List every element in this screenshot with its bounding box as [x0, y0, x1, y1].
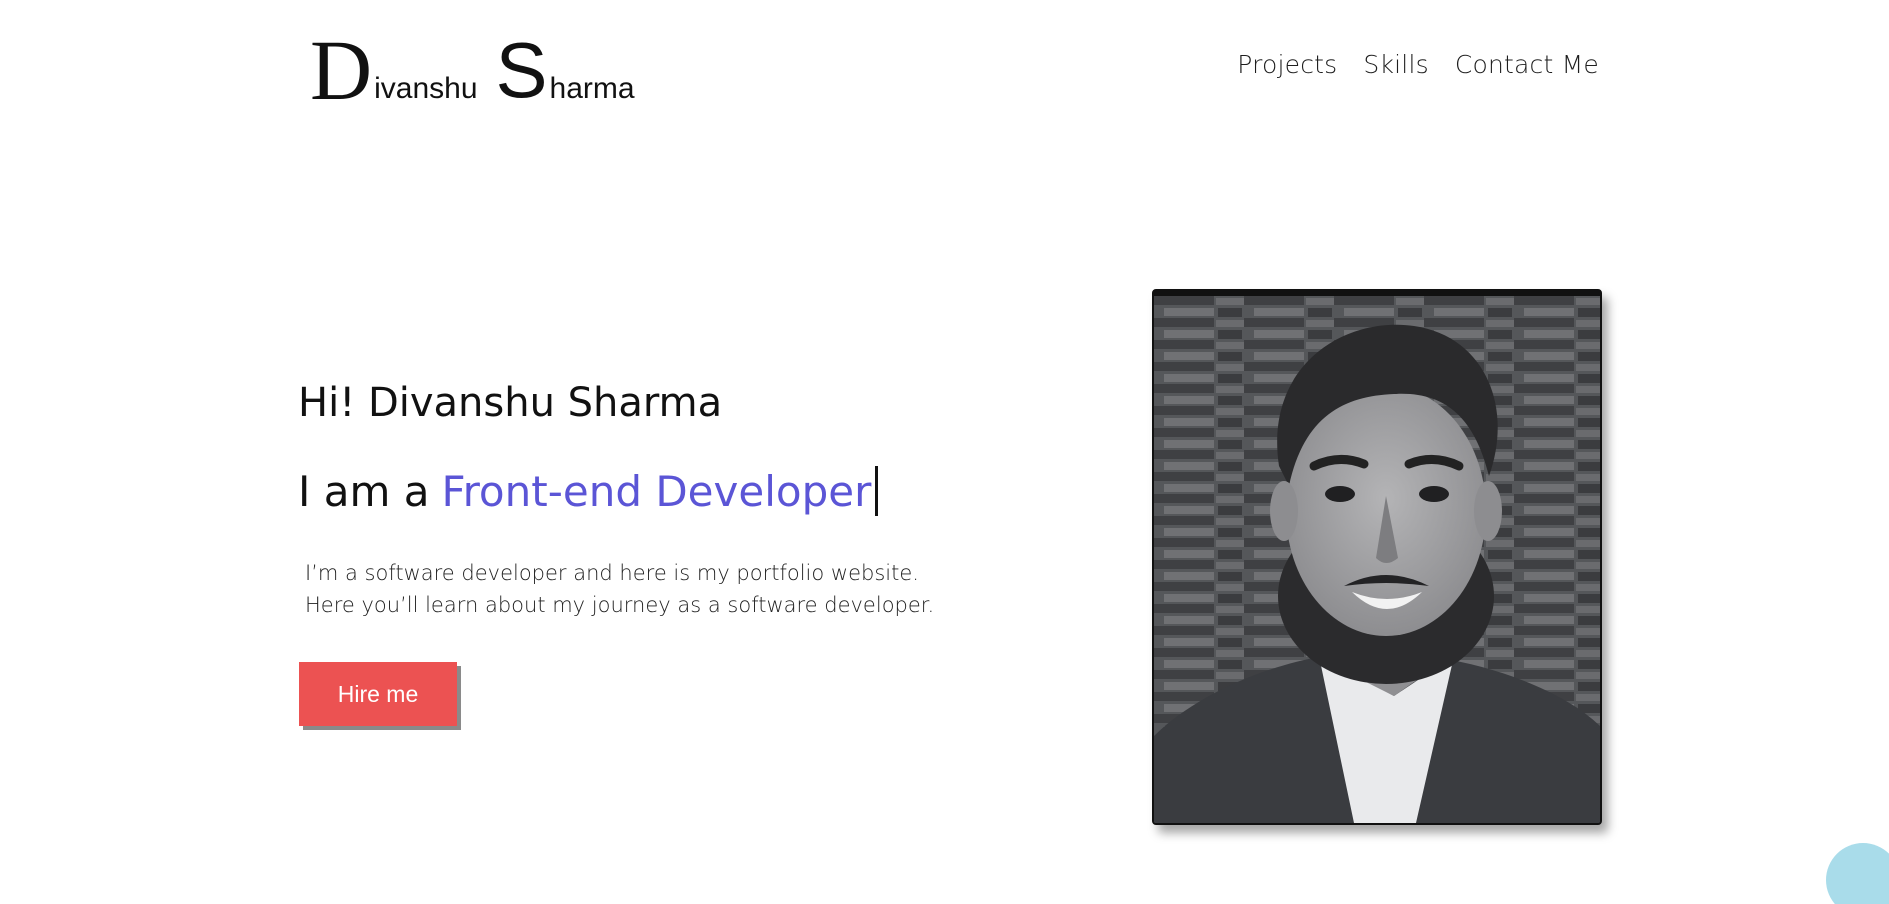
logo-last-rest: harma	[549, 72, 635, 105]
floating-chat-bubble[interactable]	[1826, 843, 1889, 904]
nav-contact-link[interactable]: Contact Me	[1455, 50, 1599, 79]
page: D ivanshu S harma Projects Skills Contac…	[0, 0, 1889, 904]
nav-projects-link[interactable]: Projects	[1237, 50, 1337, 79]
role-prefix: I am a	[298, 466, 430, 516]
intro-line-2: Here you’ll learn about my journey as a …	[305, 593, 935, 617]
logo-first-rest: ivanshu	[374, 72, 478, 105]
logo-last-initial: S	[495, 26, 548, 114]
hero-greeting: Hi! Divanshu Sharma	[298, 380, 723, 426]
typing-cursor	[875, 466, 879, 516]
site-logo[interactable]: D ivanshu S harma	[310, 20, 635, 118]
intro-line-1: I’m a software developer and here is my …	[305, 561, 919, 585]
hero-intro: I’m a software developer and here is my …	[305, 557, 934, 621]
hero-role-line: I am a Front-end Developer	[298, 466, 879, 516]
role-typed-text: Front-end Developer	[441, 466, 872, 516]
hire-me-button[interactable]: Hire me	[299, 662, 457, 726]
profile-photo	[1152, 289, 1602, 825]
logo-first-initial: D	[310, 22, 373, 118]
main-nav: Projects Skills Contact Me	[1237, 50, 1599, 79]
nav-skills-link[interactable]: Skills	[1363, 50, 1428, 79]
